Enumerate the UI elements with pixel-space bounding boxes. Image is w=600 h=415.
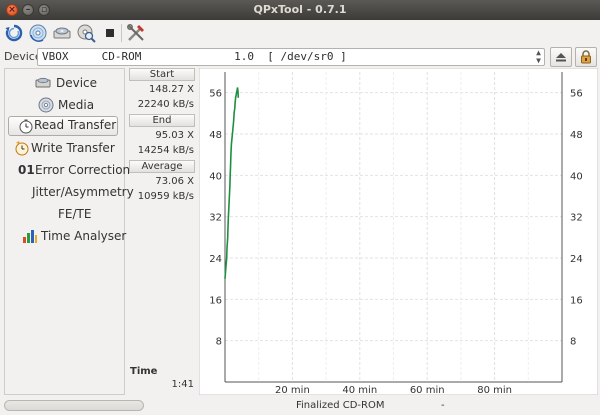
- app-window: × – ▫ QPxTool - 0.7.1 Device: VBOX CD-RO…: [0, 0, 600, 415]
- nav-item-label: FE/TE: [58, 207, 92, 221]
- progress-bar: [4, 400, 144, 411]
- status-extra: -: [441, 400, 445, 411]
- nav-item-read-transfer[interactable]: Read Transfer: [8, 116, 118, 136]
- disc-icon: [38, 97, 54, 113]
- nav-item-error-correction[interactable]: 01 Error Correction: [18, 161, 130, 181]
- nav-item-media[interactable]: Media: [38, 96, 123, 116]
- read-transfer-graph: 8 16 24 32 40 48 56 8 16 24 32 40 48 56 20 min 40 min…: [198, 67, 599, 396]
- y-tick-label-left: 8: [216, 337, 222, 348]
- nav-item-jitter-asymmetry[interactable]: Jitter/Asymmetry: [32, 183, 134, 203]
- y-tick-label-right: 24: [570, 254, 583, 265]
- bar-chart-icon: [22, 228, 38, 244]
- eject-button[interactable]: [550, 47, 572, 67]
- device-model: CD-ROM: [101, 50, 142, 63]
- x-tick-label: 60 min: [410, 385, 445, 395]
- device-firmware: 1.0: [234, 50, 254, 63]
- eject-icon: [556, 53, 566, 62]
- device-row: Device: VBOX CD-ROM 1.0 [ /dev/sr0 ] ▲ ▼: [0, 47, 600, 67]
- drive-icon: [35, 75, 51, 91]
- stat-time-label: Time: [130, 366, 158, 377]
- y-tick-label-right: 56: [570, 89, 583, 100]
- x-tick-label: 20 min: [275, 385, 310, 395]
- stat-end-header: End: [129, 114, 195, 127]
- y-tick-label-right: 48: [570, 130, 583, 141]
- nav-item-label: Write Transfer: [31, 141, 115, 155]
- stat-end-speed-kbs: 14254 kB/s: [137, 145, 194, 156]
- stop-icon: [106, 29, 114, 37]
- device-info-button[interactable]: [28, 23, 48, 43]
- y-tick-label-right: 16: [570, 295, 583, 306]
- cd-info-icon: [53, 27, 71, 39]
- lock-icon: [581, 50, 591, 64]
- stat-average-header: Average: [129, 160, 195, 173]
- nav-item-write-transfer[interactable]: Write Transfer: [14, 139, 123, 159]
- toolbar: [0, 21, 600, 45]
- y-tick-label-left: 48: [209, 130, 222, 141]
- toolbar-separator: [121, 24, 122, 42]
- x-tick-label: 80 min: [477, 385, 512, 395]
- nav-item-label: Media: [58, 98, 95, 112]
- status-text: Finalized CD-ROM: [296, 400, 385, 411]
- cd-search-icon: [77, 24, 96, 43]
- stat-average-speed-x: 73.06 X: [155, 176, 194, 187]
- preferences-button[interactable]: [126, 23, 146, 43]
- refresh-icon: [5, 24, 23, 42]
- nav-item-label: Jitter/Asymmetry: [32, 185, 134, 199]
- title-bar: × – ▫ QPxTool - 0.7.1: [0, 0, 600, 20]
- y-tick-label-right: 32: [570, 213, 583, 224]
- transfer-chart: 8 16 24 32 40 48 56 8 16 24 32 40 48 56 20 min 40 min…: [198, 67, 599, 396]
- write-clock-icon: [14, 140, 30, 156]
- refresh-button[interactable]: [4, 23, 24, 43]
- nav-item-time-analyser[interactable]: Time Analyser: [22, 227, 127, 247]
- y-tick-label-left: 24: [209, 254, 222, 265]
- lock-button[interactable]: [575, 47, 597, 67]
- stat-start-header: Start: [129, 68, 195, 81]
- transfer-stats: Start 148.27 X 22240 kB/s End 95.03 X 14…: [128, 68, 196, 395]
- stat-time-value: 1:41: [171, 379, 194, 390]
- stat-start-speed-kbs: 22240 kB/s: [137, 99, 194, 110]
- test-navigation: Device Media Read Transfer Write Transfe…: [4, 68, 134, 395]
- nav-item-label: Device: [56, 76, 98, 90]
- window-title: QPxTool - 0.7.1: [253, 3, 347, 16]
- binary-icon: 01: [18, 163, 35, 177]
- nav-item-label: Error Correction: [35, 163, 131, 177]
- stat-average-speed-kbs: 10959 kB/s: [137, 191, 194, 202]
- device-vendor: VBOX: [42, 50, 69, 63]
- stat-start-speed-x: 148.27 X: [148, 84, 194, 95]
- x-tick-label: 40 min: [342, 385, 377, 395]
- tools-icon: [127, 24, 144, 41]
- stop-button[interactable]: [100, 23, 120, 43]
- stat-end-speed-x: 95.03 X: [155, 130, 194, 141]
- y-tick-label-left: 16: [209, 295, 222, 306]
- select-arrows-icon: ▲ ▼: [536, 48, 541, 65]
- nav-item-label: Time Analyser: [41, 229, 127, 243]
- device-select[interactable]: VBOX CD-ROM 1.0 [ /dev/sr0 ] ▲ ▼: [37, 48, 545, 66]
- nav-item-device[interactable]: Device: [35, 74, 123, 94]
- device-cd-icon: [29, 24, 47, 42]
- y-tick-label-left: 40: [209, 171, 222, 182]
- nav-item-fe-te[interactable]: FE/TE: [58, 205, 98, 225]
- read-clock-icon: [18, 118, 34, 134]
- y-tick-label-right: 8: [570, 337, 576, 348]
- nav-item-label: Read Transfer: [34, 118, 117, 132]
- scan-button[interactable]: [76, 23, 96, 43]
- y-tick-label-left: 56: [209, 89, 222, 100]
- y-tick-label-right: 40: [570, 171, 583, 182]
- device-path: [ /dev/sr0 ]: [267, 50, 347, 63]
- media-info-button[interactable]: [52, 23, 72, 43]
- y-tick-label-left: 32: [209, 213, 222, 224]
- status-bar: Finalized CD-ROM -: [0, 397, 600, 415]
